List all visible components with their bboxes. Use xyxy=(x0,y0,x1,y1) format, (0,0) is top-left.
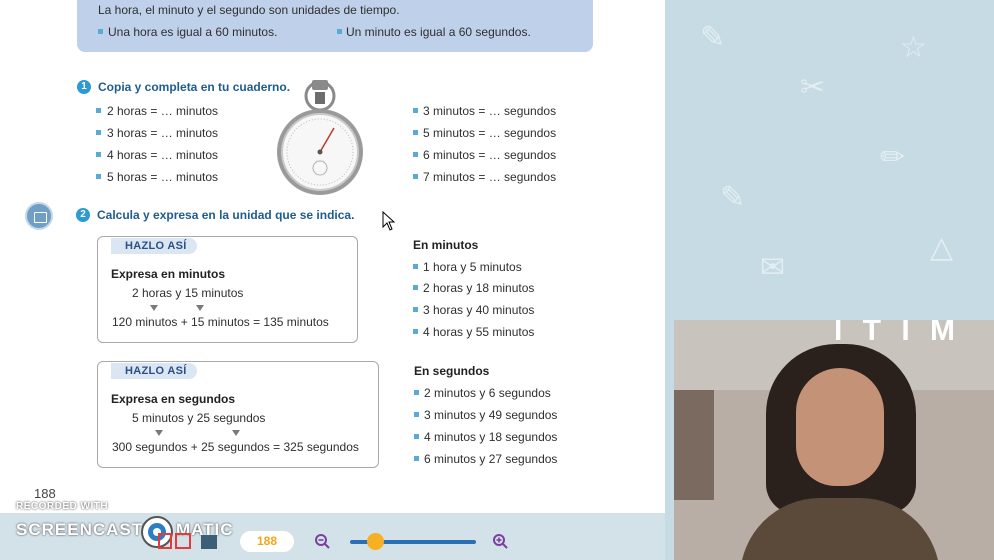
arrow-down-icon xyxy=(196,305,204,311)
minutes-item: 2 horas y 18 minutos xyxy=(423,281,535,295)
zoom-out-icon[interactable] xyxy=(315,534,330,549)
ex1-right-item: 6 minutos = … segundos xyxy=(423,148,557,162)
activity-button[interactable] xyxy=(25,202,53,230)
page-number-input[interactable]: 188 xyxy=(240,531,294,552)
intro-line: La hora, el minuto y el segundo son unid… xyxy=(98,3,400,17)
zoom-slider-handle[interactable] xyxy=(366,533,384,550)
ex1-left-item: 2 horas = … minutos xyxy=(107,104,219,118)
exercise-2-title: Calcula y expresa en la unidad que se in… xyxy=(97,208,355,222)
ex1-right-item: 5 minutos = … segundos xyxy=(423,126,557,140)
bullet-icon xyxy=(414,390,419,395)
bullet-icon xyxy=(96,108,101,113)
arrow-down-icon xyxy=(232,430,240,436)
example-title: Expresa en minutos xyxy=(111,267,226,281)
exercise-1-title: Copia y completa en tu cuaderno. xyxy=(98,80,291,94)
bullet-icon xyxy=(414,412,419,417)
exercise-1-number: 1 xyxy=(77,80,91,94)
webcam-face xyxy=(796,368,884,486)
book-page: La hora, el minuto y el segundo son unid… xyxy=(0,0,665,513)
thumbnails-icon[interactable] xyxy=(201,535,217,549)
bullet-icon xyxy=(413,264,418,269)
minutes-item: 3 horas y 40 minutos xyxy=(423,303,535,317)
example-line: 5 minutos y 25 segundos xyxy=(132,411,266,425)
doodle-icon: ✂ xyxy=(800,70,826,105)
example-tag: HAZLO ASÍ xyxy=(111,363,197,379)
ex1-left-item: 4 horas = … minutos xyxy=(107,148,219,162)
fact-hour: Una hora es igual a 60 minutos. xyxy=(108,25,278,39)
seconds-item: 4 minutos y 18 segundos xyxy=(424,430,558,444)
checklist-icon xyxy=(34,212,47,223)
stopwatch-icon xyxy=(277,80,363,195)
bullet-icon xyxy=(414,456,419,461)
mouse-cursor-icon xyxy=(382,211,396,231)
bullet-icon xyxy=(96,130,101,135)
minutes-heading: En minutos xyxy=(413,238,479,252)
zoom-in-icon[interactable] xyxy=(493,534,508,549)
doodle-icon: ☆ xyxy=(900,30,927,65)
bullet-icon xyxy=(413,130,418,135)
doodle-icon: △ xyxy=(930,230,954,265)
minutes-item: 4 horas y 55 minutos xyxy=(423,325,535,339)
example-tag: HAZLO ASÍ xyxy=(111,238,197,254)
recorder-watermark-left: SCREENCAST xyxy=(16,520,144,539)
exercise-2-number: 2 xyxy=(76,208,90,222)
ex1-right-item: 7 minutos = … segundos xyxy=(423,170,557,184)
example-result: 300 segundos + 25 segundos = 325 segundo… xyxy=(112,440,359,454)
bullet-icon xyxy=(337,29,342,34)
doodle-icon: ✉ xyxy=(760,250,786,285)
example-result: 120 minutos + 15 minutos = 135 minutos xyxy=(112,315,329,329)
seconds-item: 3 minutos y 49 segundos xyxy=(424,408,558,422)
double-page-icon[interactable] xyxy=(175,533,191,549)
minutes-item: 1 hora y 5 minutos xyxy=(423,260,522,274)
doodle-icon: ✎ xyxy=(720,180,746,215)
arrow-down-icon xyxy=(155,430,163,436)
fact-minute: Un minuto es igual a 60 segundos. xyxy=(346,25,531,39)
ex1-left-item: 5 horas = … minutos xyxy=(107,170,219,184)
bullet-icon xyxy=(413,307,418,312)
bullet-icon xyxy=(413,174,418,179)
seconds-item: 6 minutos y 27 segundos xyxy=(424,452,558,466)
page-number: 188 xyxy=(34,486,56,501)
bullet-icon xyxy=(413,152,418,157)
example-line: 2 horas y 15 minutos xyxy=(132,286,244,300)
bullet-icon xyxy=(413,285,418,290)
ex1-left-item: 3 horas = … minutos xyxy=(107,126,219,140)
ex1-right-item: 3 minutos = … segundos xyxy=(423,104,557,118)
bullet-icon xyxy=(413,108,418,113)
arrow-down-icon xyxy=(150,305,158,311)
seconds-item: 2 minutos y 6 segundos xyxy=(424,386,551,400)
bullet-icon xyxy=(98,29,103,34)
bullet-icon xyxy=(96,152,101,157)
doodle-icon: ✎ xyxy=(700,20,726,55)
page-view-icon[interactable] xyxy=(158,533,172,549)
bullet-icon xyxy=(413,329,418,334)
bullet-icon xyxy=(414,434,419,439)
example-title: Expresa en segundos xyxy=(111,392,236,406)
bullet-icon xyxy=(96,174,101,179)
recorder-watermark-top: RECORDED WITH xyxy=(16,501,109,512)
webcam-shirt xyxy=(740,498,940,560)
seconds-heading: En segundos xyxy=(414,364,490,378)
doodle-icon: ✏ xyxy=(880,140,906,175)
webcam-chair xyxy=(674,390,714,500)
webcam-overlay: Ι Τ Ι Μ Α xyxy=(674,320,994,560)
